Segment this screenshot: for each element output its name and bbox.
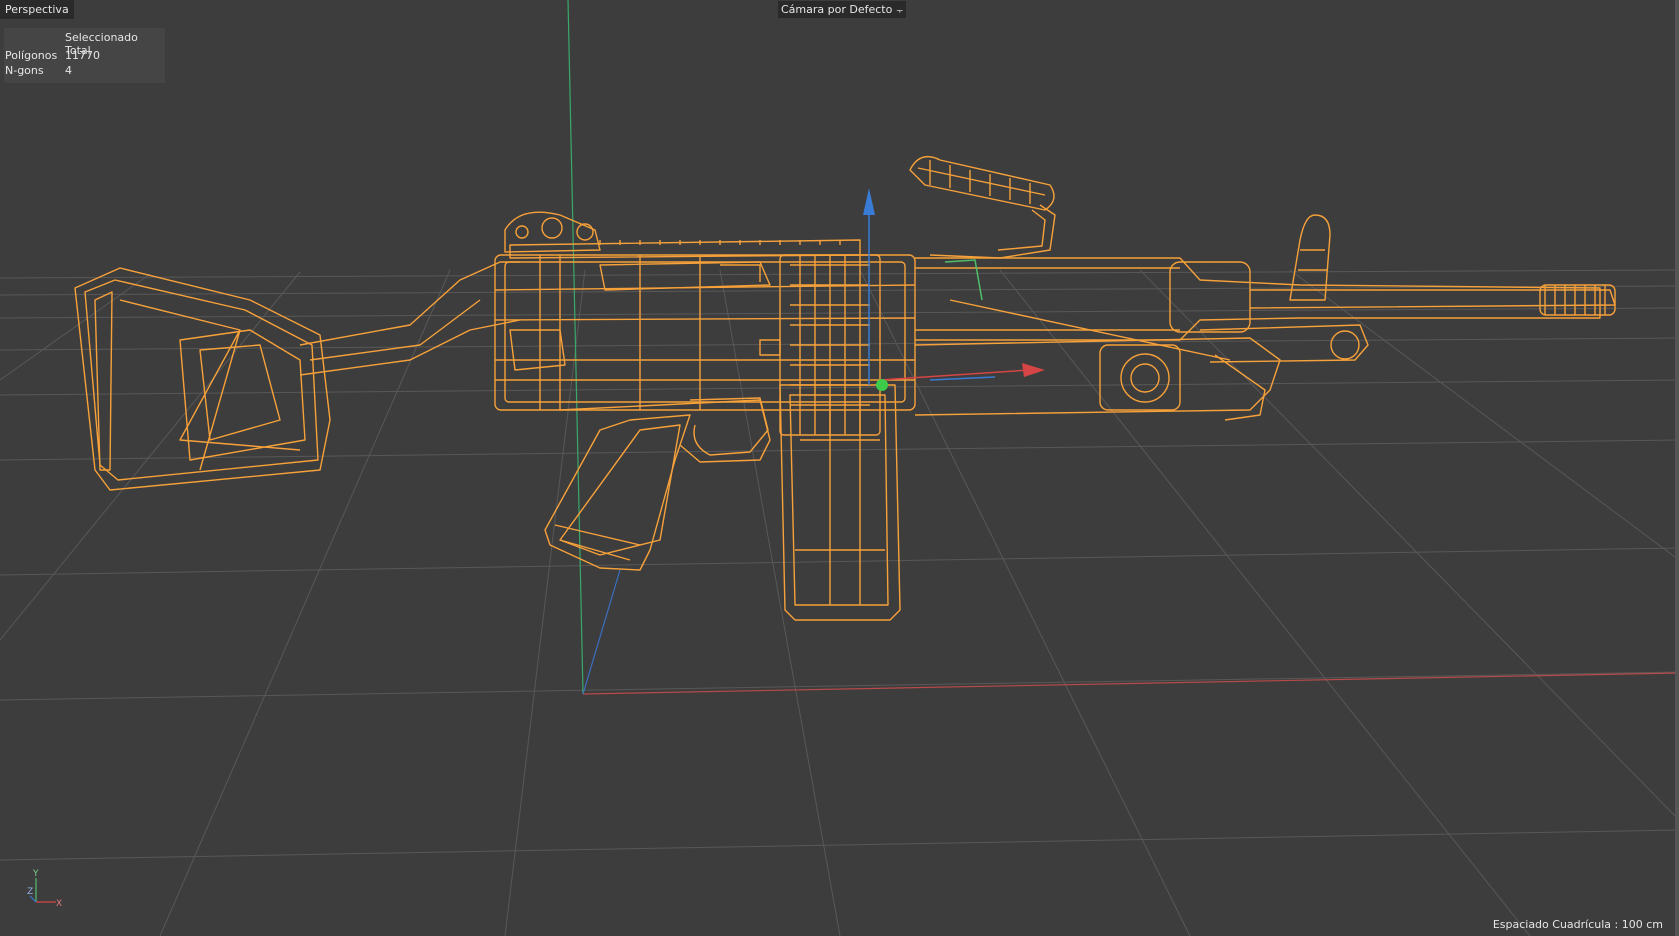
stats-value-ngons: 4 bbox=[65, 64, 72, 77]
axis-z-label: Z bbox=[27, 887, 33, 897]
floor-grid bbox=[0, 269, 1679, 936]
stats-panel: Seleccionado Total Polígonos 11770 N-gon… bbox=[4, 28, 165, 83]
axis-x-label: X bbox=[56, 899, 62, 909]
world-z-axis bbox=[582, 569, 621, 695]
camera-toggle-icon[interactable]: ⸟ bbox=[896, 6, 904, 16]
stats-label-ngons: N-gons bbox=[5, 64, 44, 77]
world-y-axis bbox=[567, 0, 584, 695]
machine-gun-wireframe[interactable] bbox=[74, 156, 1616, 621]
axis-orientation-icon: Y Z X bbox=[27, 869, 62, 909]
camera-name: Cámara por Defecto bbox=[781, 3, 893, 16]
viewport-border bbox=[1675, 0, 1679, 936]
stats-value-polygons: 11770 bbox=[65, 49, 100, 62]
camera-selector[interactable]: Cámara por Defecto ⸟ bbox=[778, 1, 907, 18]
3d-viewport[interactable]: Perspectiva Cámara por Defecto ⸟ Selecci… bbox=[0, 0, 1679, 936]
viewport-scene[interactable] bbox=[0, 0, 1679, 936]
view-name-label[interactable]: Perspectiva bbox=[0, 0, 74, 19]
stats-label-polygons: Polígonos bbox=[5, 49, 58, 62]
axis-y-label: Y bbox=[32, 869, 39, 879]
grid-spacing-label: Espaciado Cuadrícula : 100 cm bbox=[1492, 918, 1663, 931]
world-x-axis bbox=[582, 672, 1679, 695]
